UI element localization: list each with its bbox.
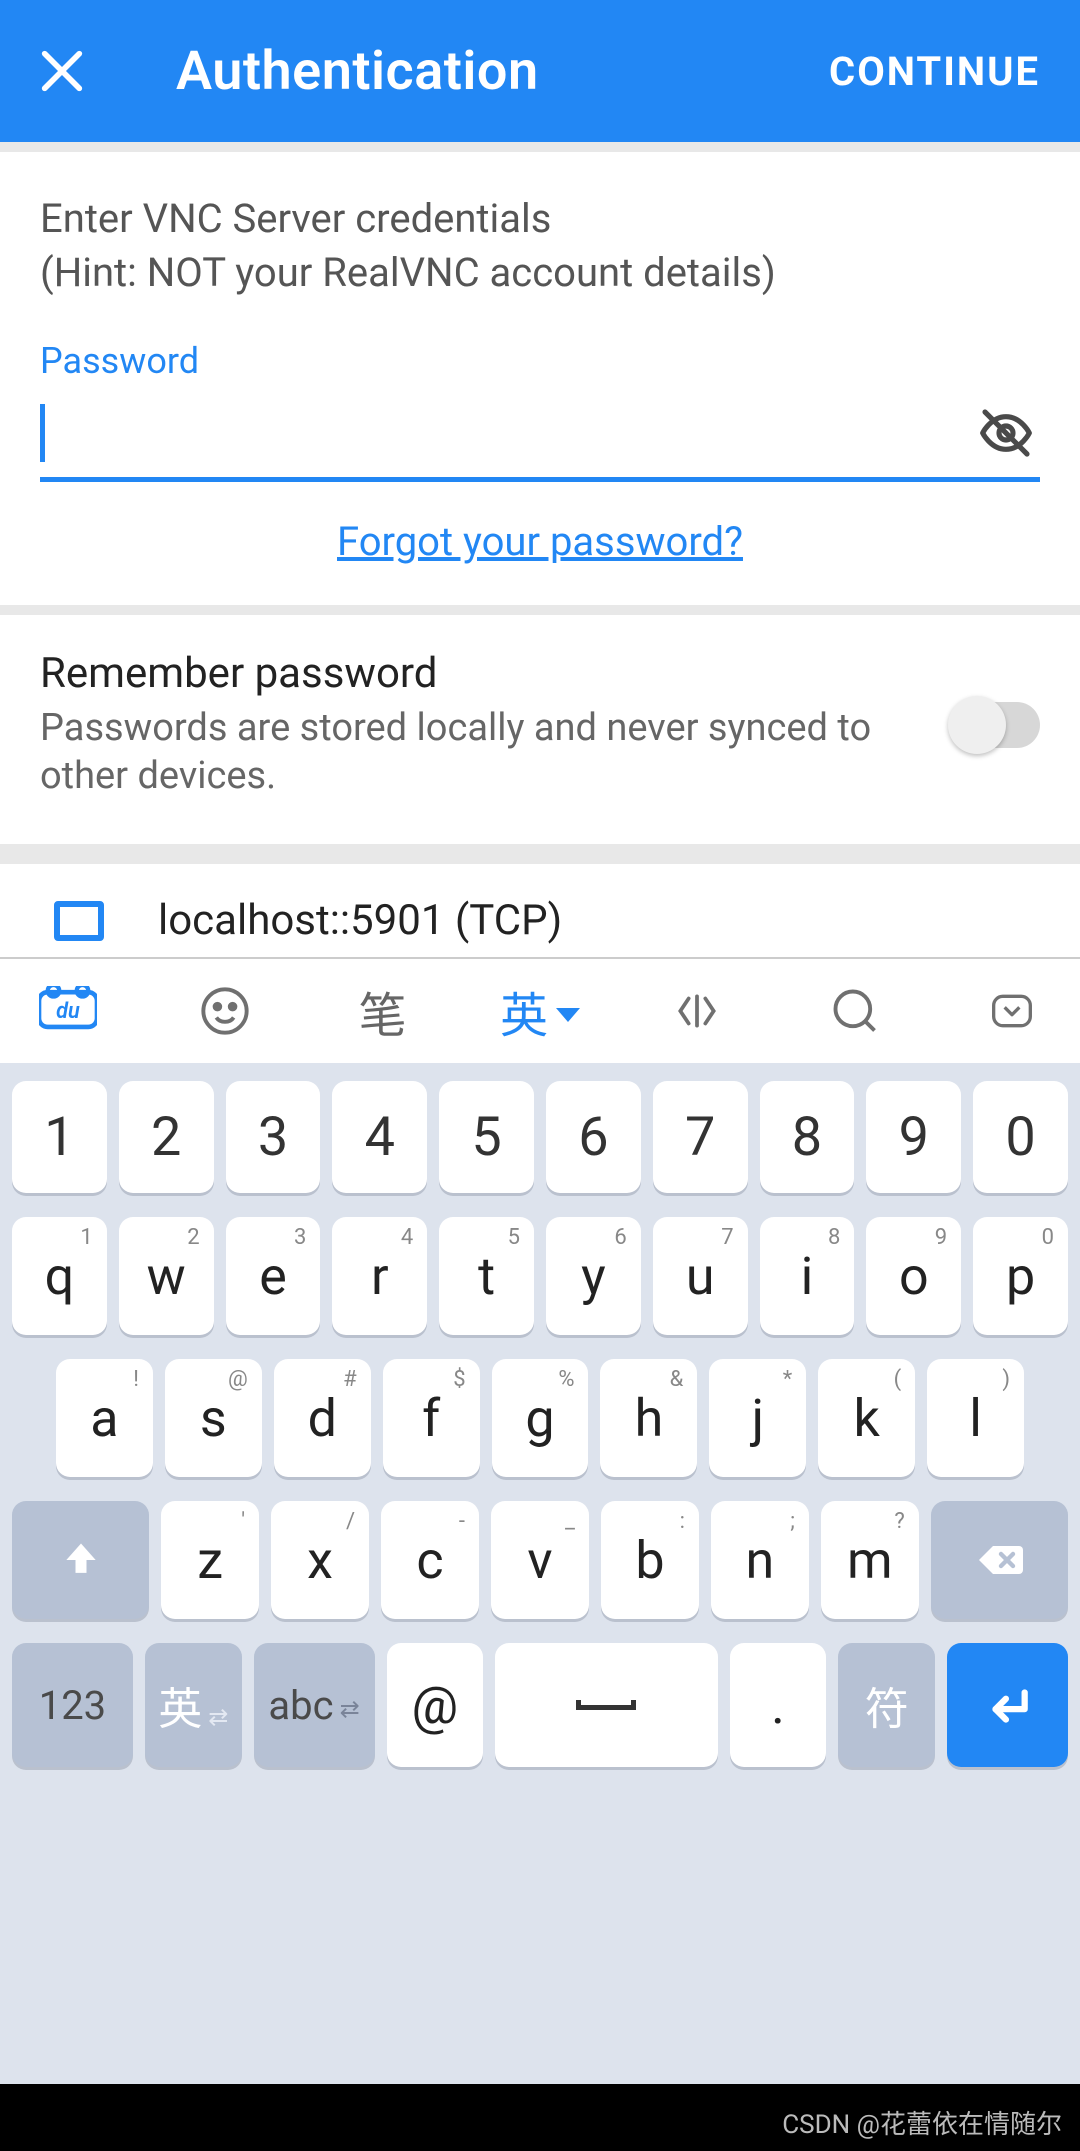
remember-password-title: Remember password (40, 649, 922, 698)
key-d[interactable]: #d (274, 1359, 371, 1477)
space-key[interactable] (495, 1643, 717, 1767)
key-j[interactable]: *j (709, 1359, 806, 1477)
space-icon (576, 1700, 636, 1710)
baidu-ime-icon[interactable]: du (38, 981, 98, 1041)
key-h[interactable]: &h (600, 1359, 697, 1477)
key-p[interactable]: 0p (973, 1217, 1068, 1335)
password-label: Password (40, 340, 1040, 382)
eye-off-icon (978, 405, 1034, 461)
enter-key[interactable] (947, 1643, 1068, 1767)
key-o[interactable]: 9o (866, 1217, 961, 1335)
key-0[interactable]: 0 (973, 1081, 1068, 1193)
watermark-text: CSDN @花蕾依在情随尔 (782, 2104, 1062, 2141)
handwriting-mode-button[interactable]: 笔 (353, 981, 413, 1041)
backspace-key[interactable] (931, 1501, 1068, 1619)
language-switch-key[interactable]: 英⇄ (145, 1643, 242, 1767)
shift-key[interactable] (12, 1501, 149, 1619)
key-q[interactable]: 1q (12, 1217, 107, 1335)
key-s[interactable]: @s (165, 1359, 262, 1477)
key-4[interactable]: 4 (332, 1081, 427, 1193)
key-c[interactable]: -c (381, 1501, 479, 1619)
key-6[interactable]: 6 (546, 1081, 641, 1193)
search-icon[interactable] (825, 981, 885, 1041)
chevron-down-icon (556, 1008, 580, 1022)
key-l[interactable]: )l (927, 1359, 1024, 1477)
key-x[interactable]: /x (271, 1501, 369, 1619)
remember-password-subtitle: Passwords are stored locally and never s… (40, 704, 922, 800)
key-e[interactable]: 3e (226, 1217, 321, 1335)
key-3[interactable]: 3 (226, 1081, 321, 1193)
backspace-icon (975, 1536, 1023, 1584)
language-mode-button[interactable]: 英 (510, 981, 570, 1041)
key-z[interactable]: 'z (161, 1501, 259, 1619)
cursor-mode-icon[interactable] (667, 981, 727, 1041)
key-8[interactable]: 8 (760, 1081, 855, 1193)
enter-icon (983, 1680, 1033, 1730)
key-u[interactable]: 7u (653, 1217, 748, 1335)
key-9[interactable]: 9 (866, 1081, 961, 1193)
shift-icon (59, 1538, 103, 1582)
toggle-password-visibility-button[interactable] (972, 399, 1040, 467)
emoji-icon[interactable] (195, 981, 255, 1041)
key-r[interactable]: 4r (332, 1217, 427, 1335)
key-7[interactable]: 7 (653, 1081, 748, 1193)
page-title: Authentication (176, 40, 539, 103)
key-g[interactable]: %g (492, 1359, 589, 1477)
language-mode-label: 英 (500, 976, 548, 1046)
password-input[interactable] (45, 388, 972, 477)
monitor-icon (54, 901, 104, 941)
key-y[interactable]: 6y (546, 1217, 641, 1335)
key-v[interactable]: _v (491, 1501, 589, 1619)
continue-button[interactable]: CONTINUE (829, 48, 1040, 95)
at-key[interactable]: @ (387, 1643, 484, 1767)
key-n[interactable]: ;n (711, 1501, 809, 1619)
symbols-key[interactable]: 符 (838, 1643, 935, 1767)
key-a[interactable]: !a (56, 1359, 153, 1477)
forgot-password-link[interactable]: Forgot your password? (337, 518, 743, 565)
key-b[interactable]: :b (601, 1501, 699, 1619)
key-w[interactable]: 2w (119, 1217, 214, 1335)
collapse-keyboard-icon[interactable] (982, 981, 1042, 1041)
connection-address[interactable]: localhost::5901 (TCP) (158, 896, 562, 945)
remember-password-toggle[interactable] (952, 702, 1040, 748)
key-m[interactable]: ?m (821, 1501, 919, 1619)
key-f[interactable]: $f (383, 1359, 480, 1477)
key-5[interactable]: 5 (439, 1081, 534, 1193)
credentials-hint-line1: Enter VNC Server credentials (40, 192, 1040, 246)
key-1[interactable]: 1 (12, 1081, 107, 1193)
svg-text:du: du (56, 999, 80, 1024)
key-2[interactable]: 2 (119, 1081, 214, 1193)
toggle-knob (948, 696, 1006, 754)
close-icon[interactable] (36, 45, 88, 97)
alpha-mode-key[interactable]: abc⇄ (254, 1643, 375, 1767)
key-i[interactable]: 8i (760, 1217, 855, 1335)
credentials-hint-line2: (Hint: NOT your RealVNC account details) (40, 246, 1040, 300)
numeric-mode-key[interactable]: 123 (12, 1643, 133, 1767)
soft-keyboard[interactable]: du 笔 英 (0, 957, 1080, 2084)
key-t[interactable]: 5t (439, 1217, 534, 1335)
period-key[interactable]: . (730, 1643, 827, 1767)
key-k[interactable]: (k (818, 1359, 915, 1477)
